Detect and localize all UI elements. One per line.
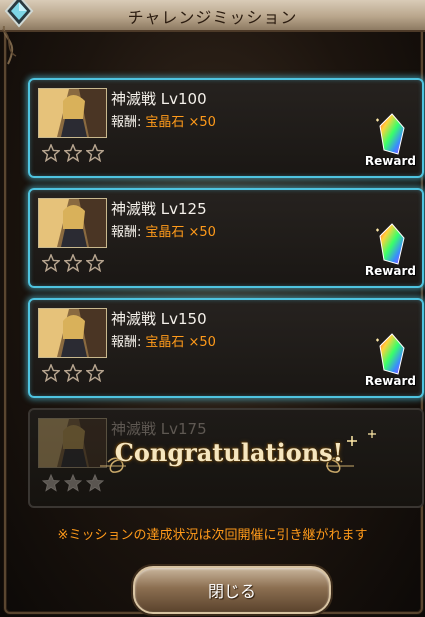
star-rating bbox=[42, 364, 108, 386]
star-outline-icon bbox=[64, 254, 82, 272]
star-outline-icon bbox=[64, 144, 82, 162]
reward-value: 宝晶石 ×50 bbox=[145, 115, 216, 130]
star-outline-icon bbox=[64, 364, 82, 382]
dialog-title: チャレンジミッション bbox=[127, 8, 298, 27]
mission-name: 神滅戦 Lv150 bbox=[111, 310, 207, 328]
star-outline-icon bbox=[42, 364, 60, 382]
ornament-icon bbox=[1, 26, 17, 65]
reward-badge[interactable]: Reward bbox=[360, 220, 420, 282]
mission-row[interactable]: 神滅戦 Lv125 報酬: 宝晶石 ×50 Reward bbox=[28, 188, 424, 288]
diamond-gem-icon bbox=[4, 0, 34, 28]
close-button[interactable]: 閉じる bbox=[133, 566, 331, 614]
star-rating bbox=[42, 254, 108, 276]
star-outline-icon bbox=[86, 254, 104, 272]
mission-name: 神滅戦 Lv125 bbox=[111, 200, 207, 218]
reward-value: 宝晶石 ×50 bbox=[145, 225, 216, 240]
reward-value: 宝晶石 ×50 bbox=[145, 335, 216, 350]
reward-line: 報酬: 宝晶石 ×50 bbox=[111, 221, 216, 240]
reward-line: 報酬: 宝晶石 ×50 bbox=[111, 331, 216, 350]
reward-badge-label: Reward bbox=[364, 154, 416, 168]
mission-row[interactable]: 神滅戦 Lv150 報酬: 宝晶石 ×50 Reward bbox=[28, 298, 424, 398]
carryover-notice: ※ミッションの達成状況は次回開催に引き継がれます bbox=[57, 528, 368, 543]
star-outline-icon bbox=[42, 254, 60, 272]
boss-portrait bbox=[38, 88, 107, 138]
congratulations-banner: Congratulations! bbox=[30, 410, 422, 506]
title-bar: チャレンジミッション bbox=[0, 0, 425, 32]
star-outline-icon bbox=[86, 364, 104, 382]
reward-label: 報酬: bbox=[111, 225, 142, 240]
reward-badge-label: Reward bbox=[364, 264, 416, 278]
reward-badge-label: Reward bbox=[364, 374, 416, 388]
boss-portrait bbox=[38, 308, 107, 358]
reward-label: 報酬: bbox=[111, 335, 142, 350]
star-rating bbox=[42, 144, 108, 166]
reward-label: 報酬: bbox=[111, 115, 142, 130]
congratulations-text: Congratulations! bbox=[114, 438, 344, 467]
mission-row[interactable]: 神滅戦 Lv100 報酬: 宝晶石 ×50 Reward bbox=[28, 78, 424, 178]
boss-portrait bbox=[38, 198, 107, 248]
reward-badge[interactable]: Reward bbox=[360, 110, 420, 172]
star-outline-icon bbox=[86, 144, 104, 162]
close-button-label: 閉じる bbox=[207, 582, 256, 601]
mission-row-completed: 神滅戦 Lv175 Congratulations! bbox=[28, 408, 424, 508]
mission-name: 神滅戦 Lv100 bbox=[111, 90, 207, 108]
reward-badge[interactable]: Reward bbox=[360, 330, 420, 392]
star-outline-icon bbox=[42, 144, 60, 162]
reward-line: 報酬: 宝晶石 ×50 bbox=[111, 111, 216, 130]
